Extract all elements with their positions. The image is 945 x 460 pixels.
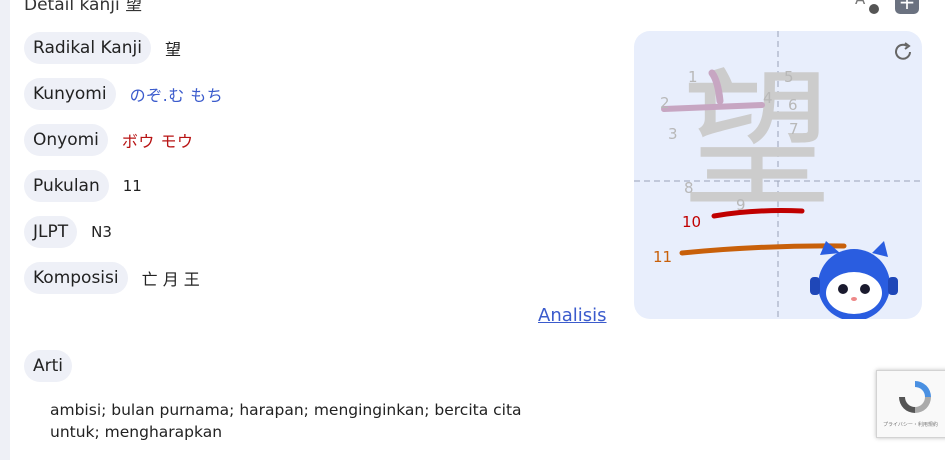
stroke-number: 11 [653,248,672,266]
stroke-number: 6 [788,96,798,114]
radikal-row: Radikal Kanji 望 [24,32,181,64]
stroke-number: 8 [684,179,694,197]
kanji-ghost: 望 [682,55,832,229]
onyomi-value[interactable]: ボウ モウ [122,128,194,152]
stroke-11 [679,243,847,256]
stroke-number: 1 [688,68,698,86]
add-button[interactable]: + [895,0,919,14]
section-title: Detail kanji 望 [24,0,143,15]
jlpt-value: N3 [91,223,112,241]
stroke-number: 7 [789,120,799,138]
kunyomi-label: Kunyomi [24,78,116,110]
stroke-number: 3 [668,125,678,143]
meaning-text: ambisi; bulan purnama; harapan; mengingi… [50,401,522,441]
stroke-2 [661,102,765,112]
recaptcha-icon [899,381,931,413]
stroke-number: 5 [784,68,794,86]
onyomi-label: Onyomi [24,124,108,156]
stroke-order-panel: 望 1 2 3 4 5 6 7 8 9 10 11 [634,31,922,319]
jlpt-label: JLPT [24,216,78,248]
komposisi-label: Komposisi [24,262,128,294]
robot-cat-mascot [810,241,898,319]
meaning-label: Arti [24,350,73,382]
radikal-label: Radikal Kanji [24,32,151,64]
analysis-link[interactable]: Analisis [538,305,607,326]
onyomi-row: Onyomi ボウ モウ [24,124,194,156]
stroke-number: 9 [736,196,746,214]
kunyomi-row: Kunyomi のぞ.む もち [24,78,223,110]
stroke-order-canvas: 望 1 2 3 4 5 6 7 8 9 10 11 [634,31,922,319]
translate-icon[interactable]: A [855,0,883,16]
jlpt-row: JLPT N3 [24,216,112,248]
top-actions: A + [855,0,919,16]
pukulan-value: 11 [122,177,142,195]
stroke-number: 2 [660,94,670,112]
replay-icon[interactable] [890,39,916,65]
stroke-number: 10 [682,213,701,231]
pukulan-row: Pukulan 11 [24,170,142,202]
pukulan-label: Pukulan [24,170,109,202]
komposisi-row: Komposisi 亡 月 王 [24,262,200,294]
svg-text:A: A [855,0,866,8]
recaptcha-badge[interactable]: プライバシー・利用規約 [876,370,945,438]
komposisi-value[interactable]: 亡 月 王 [142,266,200,290]
stroke-number: 4 [763,89,773,107]
radikal-value: 望 [164,40,181,59]
meaning-row: Arti [24,350,73,382]
kunyomi-value[interactable]: のぞ.む もち [130,82,224,106]
recaptcha-text[interactable]: プライバシー・利用規約 [883,421,938,428]
